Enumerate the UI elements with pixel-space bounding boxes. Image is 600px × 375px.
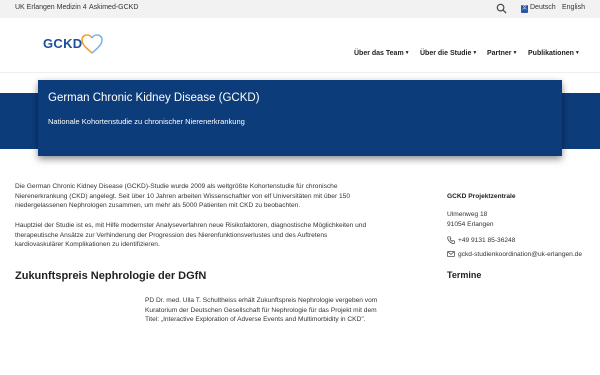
heart-logo-icon	[81, 34, 103, 54]
caret-down-icon: ▼	[512, 50, 518, 56]
nav-label: Über die Studie	[420, 50, 472, 57]
caret-down-icon: ▼	[574, 50, 580, 56]
hero-title: German Chronic Kidney Disease (GCKD)	[48, 92, 260, 104]
text-line: Hauptziel der Studie ist es, mit Hilfe m…	[15, 222, 367, 229]
link-uk-erlangen[interactable]: UK Erlangen Medizin 4	[15, 4, 87, 11]
text-line: PD Dr. med. Ulla T. Schultheiss erhält Z…	[145, 297, 378, 304]
lang-english[interactable]: English	[562, 4, 585, 11]
search-icon[interactable]	[496, 3, 507, 14]
contact-email[interactable]: gckd-studienkoordination@uk-erlangen.de	[458, 251, 582, 258]
goal-paragraph: Hauptziel der Studie ist es, mit Hilfe m…	[15, 221, 420, 250]
contact-title: GCKD Projektzentrale	[447, 193, 516, 200]
nav-publikationen[interactable]: Publikationen▼	[528, 50, 580, 57]
nav-ueber-das-team[interactable]: Über das Team▼	[354, 50, 410, 57]
award-paragraph: PD Dr. med. Ulla T. Schultheiss erhält Z…	[145, 296, 415, 325]
caret-down-icon: ▼	[472, 50, 478, 56]
section-title: Zukunftspreis Nephrologie der DGfN	[15, 270, 207, 282]
nav-label: Partner	[487, 50, 512, 57]
top-utility-bar: UK Erlangen Medizin 4 Askimed-GCKD Deuts…	[0, 0, 600, 18]
caret-down-icon: ▼	[404, 50, 410, 56]
intro-paragraph: Die German Chronic Kidney Disease (GCKD)…	[15, 182, 420, 211]
logo-text[interactable]: GCKD	[43, 36, 82, 51]
text-line: niedergelassenen Nephrologen zusammen, u…	[15, 202, 301, 209]
site-header: GCKD Über das Team▼ Über die Studie▼ Par…	[0, 18, 600, 73]
mail-icon	[447, 251, 455, 257]
phone-icon	[447, 236, 455, 244]
text-line: Nierenerkrankung (CKD) angelegt. Seit üb…	[15, 192, 350, 200]
text-line: therapeutische Ansätze zur Verhinderung …	[15, 231, 328, 239]
text-line: Kuratorium der Deutschen Gesellschaft fü…	[145, 306, 377, 314]
contact-city: 91054 Erlangen	[447, 221, 494, 228]
nav-label: Über das Team	[354, 50, 404, 57]
nav-partner[interactable]: Partner▼	[487, 50, 517, 57]
nav-label: Publikationen	[528, 50, 574, 57]
translate-icon	[521, 4, 528, 13]
text-line: Titel: „Interactive Exploration of Adver…	[145, 316, 366, 323]
text-line: kardiovaskulärer Komplikationen zu ident…	[15, 241, 160, 248]
termine-heading: Termine	[447, 270, 482, 280]
text-line: Die German Chronic Kidney Disease (GCKD)…	[15, 183, 338, 190]
hero-card: German Chronic Kidney Disease (GCKD) Nat…	[38, 80, 562, 156]
link-askimed[interactable]: Askimed-GCKD	[89, 4, 138, 11]
lang-deutsch[interactable]: Deutsch	[530, 4, 556, 11]
contact-phone[interactable]: +49 9131 85-36248	[458, 237, 515, 244]
nav-ueber-die-studie[interactable]: Über die Studie▼	[420, 50, 477, 57]
contact-street: Ulmenweg 18	[447, 211, 488, 218]
hero-subtitle: Nationale Kohortenstudie zu chronischer …	[48, 117, 245, 126]
